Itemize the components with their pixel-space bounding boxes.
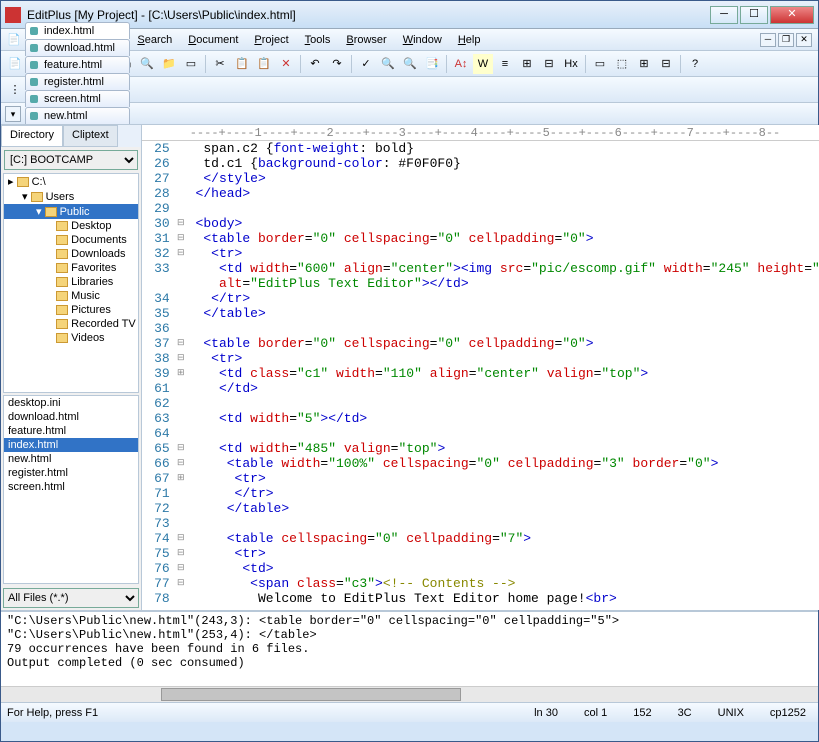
mdi-close[interactable]: ✕ <box>796 33 812 47</box>
tree-node[interactable]: Downloads <box>4 247 138 261</box>
tree-node[interactable]: Videos <box>4 331 138 345</box>
mdi-minimize[interactable]: ─ <box>760 33 776 47</box>
findfiles-icon[interactable]: 📑 <box>422 54 442 74</box>
status-mode: 3C <box>672 707 698 719</box>
line-gutter: 2526272829303132333435363738396162636465… <box>142 141 174 610</box>
status-enc: UNIX <box>712 707 750 719</box>
spell-icon[interactable]: ✓ <box>356 54 376 74</box>
menu-browser[interactable]: Browser <box>338 32 394 48</box>
tree-node[interactable]: Desktop <box>4 219 138 233</box>
menu-help[interactable]: Help <box>450 32 489 48</box>
copy-icon[interactable]: 📋 <box>232 54 252 74</box>
doctab-screen-html[interactable]: screen.html <box>25 90 130 107</box>
code-area[interactable]: 2526272829303132333435363738396162636465… <box>142 141 819 610</box>
doctab-feature-html[interactable]: feature.html <box>25 56 130 73</box>
delete-icon[interactable]: ✕ <box>276 54 296 74</box>
editor: ----+----1----+----2----+----3----+----4… <box>142 125 819 610</box>
linenum-icon[interactable]: ≡ <box>495 54 515 74</box>
app-icon <box>5 7 21 23</box>
mdi-restore[interactable]: ❐ <box>778 33 794 47</box>
dir-icon[interactable]: 📁 <box>159 54 179 74</box>
status-cp: cp1252 <box>764 707 812 719</box>
hex-icon[interactable]: Hx <box>561 54 581 74</box>
win1-icon[interactable]: ▭ <box>590 54 610 74</box>
ruler-icon[interactable]: ⊞ <box>517 54 537 74</box>
fold-gutter[interactable]: ⊟⊟⊟⊟⊟⊞⊟⊟⊞⊟⊟⊟⊟ <box>174 141 188 610</box>
font-icon[interactable]: A↕ <box>451 54 471 74</box>
horizontal-scrollbar[interactable] <box>1 686 818 702</box>
menu-search[interactable]: Search <box>129 32 180 48</box>
tab-directory[interactable]: Directory <box>1 125 63 147</box>
drive-select[interactable]: [C:] BOOTCAMP <box>4 150 138 170</box>
preview-icon[interactable]: 🔍 <box>137 54 157 74</box>
wrap-icon[interactable]: W <box>473 54 493 74</box>
tree-node[interactable]: ▸ C:\ <box>4 174 138 189</box>
doctab-new-html[interactable]: new.html <box>25 107 130 124</box>
statusbar: For Help, press F1 ln 30 col 1 152 3C UN… <box>1 702 818 722</box>
tab-cliptext[interactable]: Cliptext <box>63 125 118 147</box>
close-button[interactable]: ✕ <box>770 6 814 24</box>
cut-icon[interactable]: ✂ <box>210 54 230 74</box>
doctab-register-html[interactable]: register.html <box>25 73 130 90</box>
file-row[interactable]: feature.html <box>4 424 138 438</box>
redo-icon[interactable]: ↷ <box>327 54 347 74</box>
minimize-button[interactable]: ─ <box>710 6 738 24</box>
file-filter[interactable]: All Files (*.*) <box>3 588 139 608</box>
file-row[interactable]: new.html <box>4 452 138 466</box>
tree-node[interactable]: Music <box>4 289 138 303</box>
doctab-index-html[interactable]: index.html <box>25 22 130 39</box>
window-title: EditPlus [My Project] - [C:\Users\Public… <box>27 8 710 22</box>
tb2-grip[interactable]: ⋮ <box>5 80 25 100</box>
file-row[interactable]: desktop.ini <box>4 396 138 410</box>
status-sel: 152 <box>627 707 657 719</box>
output-icon[interactable]: ▭ <box>181 54 201 74</box>
undo-icon[interactable]: ↶ <box>305 54 325 74</box>
status-line: ln 30 <box>528 707 564 719</box>
file-row[interactable]: register.html <box>4 466 138 480</box>
win4-icon[interactable]: ⊟ <box>656 54 676 74</box>
tree-node[interactable]: ▾ Users <box>4 189 138 204</box>
help-icon[interactable]: ? <box>685 54 705 74</box>
sidebar: Directory Cliptext [C:] BOOTCAMP ▸ C:\▾ … <box>1 125 142 610</box>
menu-document[interactable]: Document <box>180 32 246 48</box>
tree-node[interactable]: ▾ Public <box>4 204 138 219</box>
status-help: For Help, press F1 <box>7 707 514 719</box>
file-row[interactable]: index.html <box>4 438 138 452</box>
output-panel[interactable]: "C:\Users\Public\new.html"(243,3): <tabl… <box>1 610 818 686</box>
tree-node[interactable]: Pictures <box>4 303 138 317</box>
tab-menu-button[interactable]: ▾ <box>5 106 21 122</box>
maximize-button[interactable]: ☐ <box>740 6 768 24</box>
menu-tools[interactable]: Tools <box>297 32 339 48</box>
menu-window[interactable]: Window <box>395 32 450 48</box>
tree-node[interactable]: Documents <box>4 233 138 247</box>
doc-icon: 📄 <box>7 33 21 47</box>
file-row[interactable]: download.html <box>4 410 138 424</box>
doctab-download-html[interactable]: download.html <box>25 39 130 56</box>
win2-icon[interactable]: ⬚ <box>612 54 632 74</box>
paste-icon[interactable]: 📋 <box>254 54 274 74</box>
ruler: ----+----1----+----2----+----3----+----4… <box>142 125 819 141</box>
tree-node[interactable]: Libraries <box>4 275 138 289</box>
source-text[interactable]: span.c2 {font-weight: bold} td.c1 {backg… <box>188 141 819 610</box>
fold-icon[interactable]: ⊟ <box>539 54 559 74</box>
menu-project[interactable]: Project <box>246 32 296 48</box>
replace-icon[interactable]: 🔍 <box>400 54 420 74</box>
tree-node[interactable]: Recorded TV <box>4 317 138 331</box>
file-list[interactable]: desktop.inidownload.htmlfeature.htmlinde… <box>3 395 139 584</box>
file-row[interactable]: screen.html <box>4 480 138 494</box>
tree-node[interactable]: Favorites <box>4 261 138 275</box>
find-icon[interactable]: 🔍 <box>378 54 398 74</box>
folder-tree[interactable]: ▸ C:\▾ Users▾ Public Desktop Documents D… <box>3 173 139 393</box>
status-col: col 1 <box>578 707 613 719</box>
new-icon[interactable]: 📄 <box>5 54 25 74</box>
document-tabs: ▾ index.htmldownload.htmlfeature.htmlreg… <box>1 103 818 125</box>
win3-icon[interactable]: ⊞ <box>634 54 654 74</box>
